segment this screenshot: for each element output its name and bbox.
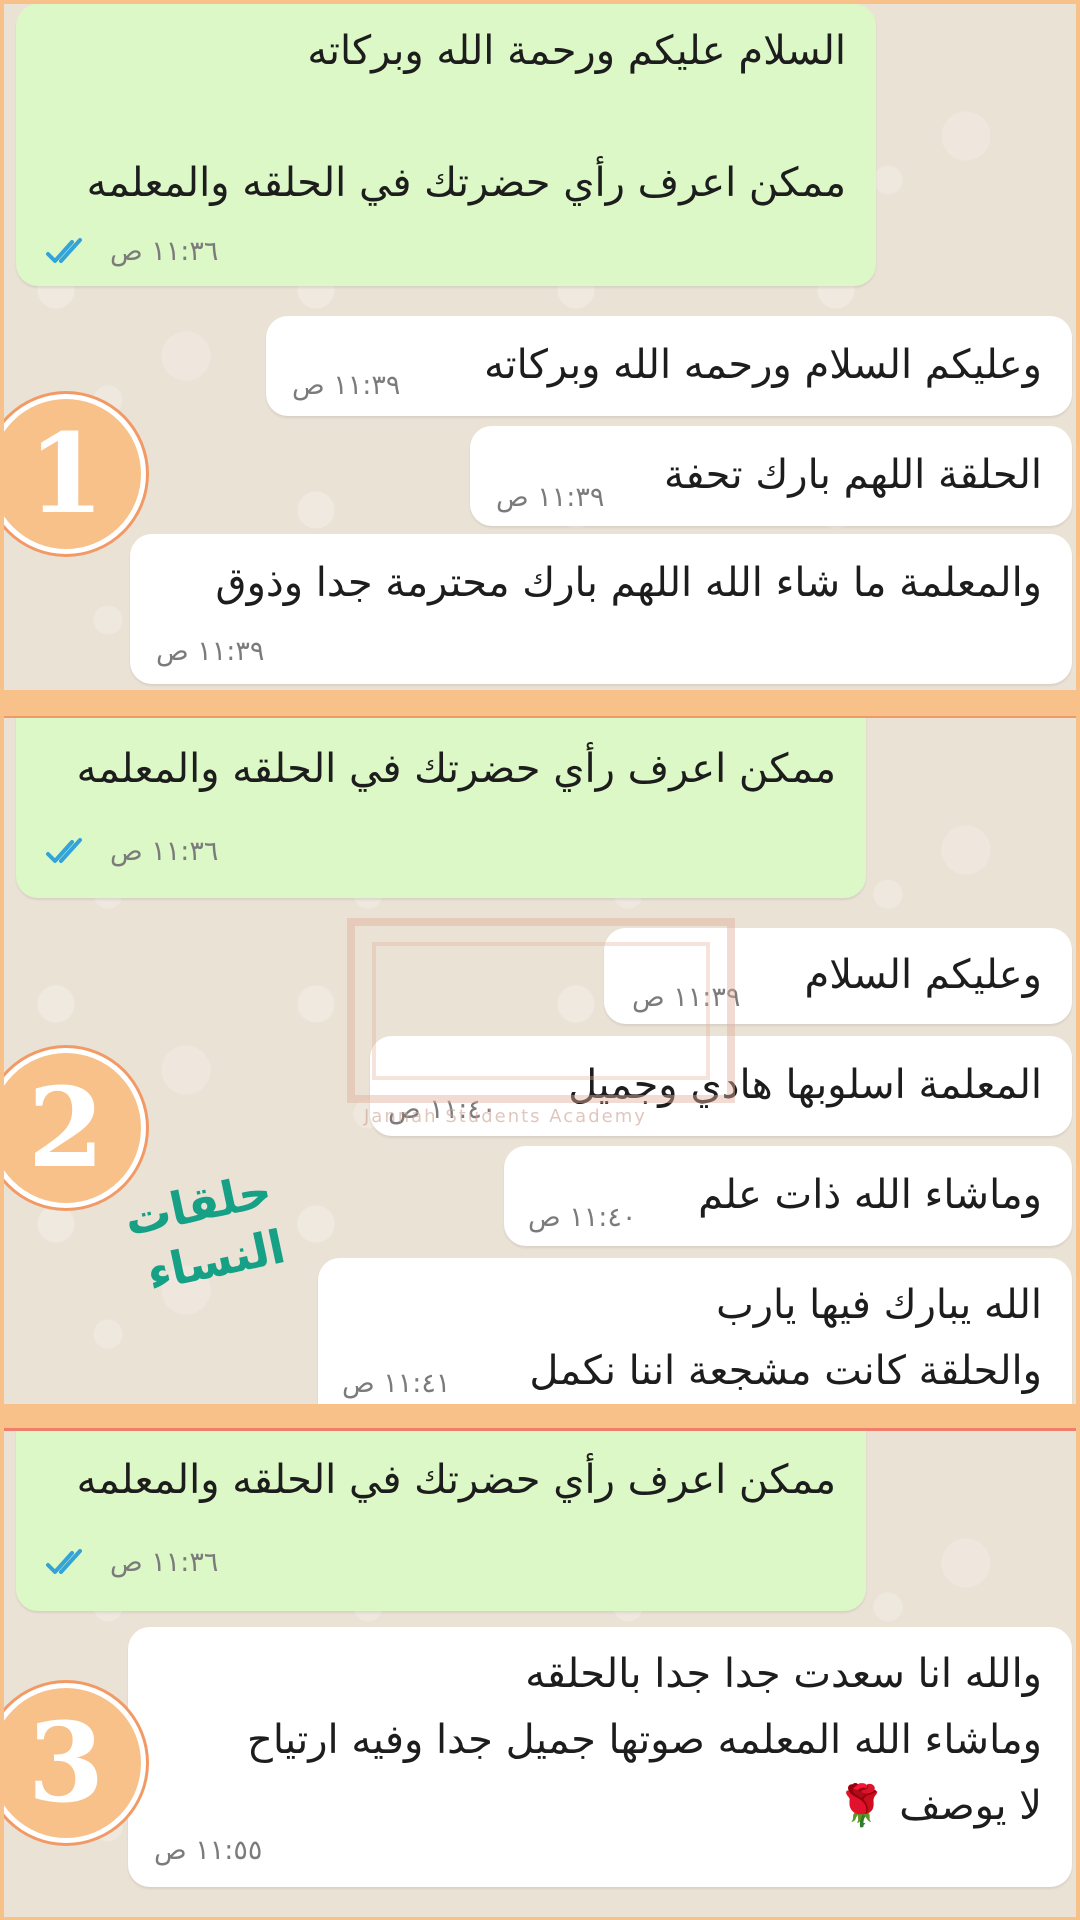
message-bubble-incoming[interactable]: والله انا سعدت جدا جدا بالحلقه وماشاء ال… (128, 1627, 1072, 1887)
chat-panel-1: السلام عليكم ورحمة الله وبركاته ممكن اعر… (4, 4, 1076, 690)
message-text: والله انا سعدت جدا جدا بالحلقه وماشاء ال… (247, 1651, 1042, 1829)
message-time: ١١:٣٩ ص (496, 482, 605, 513)
message-bubble-incoming[interactable]: وعليكم السلام ورحمه الله وبركاته ١١:٣٩ ص (266, 316, 1072, 416)
message-time: ١١:٣٩ ص (292, 370, 401, 401)
message-time: ١١:٣٩ ص (156, 636, 265, 667)
double-check-icon (46, 838, 82, 863)
message-text: ممكن اعرف رأي حضرتك في الحلقه والمعلمه (76, 1457, 836, 1503)
chat-panel-3: ممكن اعرف رأي حضرتك في الحلقه والمعلمه ١… (4, 1428, 1076, 1917)
message-bubble-incoming[interactable]: الله يبارك فيها يارب والحلقة كانت مشجعة … (318, 1258, 1072, 1404)
message-bubble-incoming[interactable]: وعليكم السلام ١١:٣٩ ص (604, 928, 1072, 1024)
double-check-icon (46, 1549, 82, 1574)
section-number-badge: 3 (4, 1683, 146, 1843)
message-time: ١١:٤١ ص (342, 1368, 451, 1399)
message-text: ممكن اعرف رأي حضرتك في الحلقه والمعلمه (76, 746, 836, 792)
message-time: ١١:٥٥ ص (154, 1835, 263, 1866)
message-bubble-outgoing[interactable]: ممكن اعرف رأي حضرتك في الحلقه والمعلمه ١… (16, 718, 866, 898)
message-time: ١١:٣٦ ص (110, 236, 219, 267)
section-number-badge: 1 (4, 394, 146, 554)
message-time: ١١:٣٩ ص (632, 982, 741, 1013)
message-bubble-incoming[interactable]: والمعلمة ما شاء الله اللهم بارك محترمة ج… (130, 534, 1072, 684)
message-time: ١١:٤٠ ص (528, 1202, 637, 1233)
message-bubble-incoming[interactable]: الحلقة اللهم بارك تحفة ١١:٣٩ ص (470, 426, 1072, 526)
watermark-caption: Jannah Students Academy (364, 1106, 647, 1127)
message-text: السلام عليكم ورحمة الله وبركاته ممكن اعر… (86, 28, 846, 206)
message-bubble-outgoing[interactable]: ممكن اعرف رأي حضرتك في الحلقه والمعلمه ١… (16, 1431, 866, 1611)
message-text: والمعلمة ما شاء الله اللهم بارك محترمة ج… (215, 560, 1042, 606)
message-bubble-incoming[interactable]: وماشاء الله ذات علم ١١:٤٠ ص (504, 1146, 1072, 1246)
message-bubble-outgoing[interactable]: السلام عليكم ورحمة الله وبركاته ممكن اعر… (16, 4, 876, 286)
message-time: ١١:٣٦ ص (110, 836, 219, 867)
message-time: ١١:٣٦ ص (110, 1547, 219, 1578)
double-check-icon (46, 238, 82, 263)
chat-panel-2: ممكن اعرف رأي حضرتك في الحلقه والمعلمه ١… (4, 716, 1076, 1404)
